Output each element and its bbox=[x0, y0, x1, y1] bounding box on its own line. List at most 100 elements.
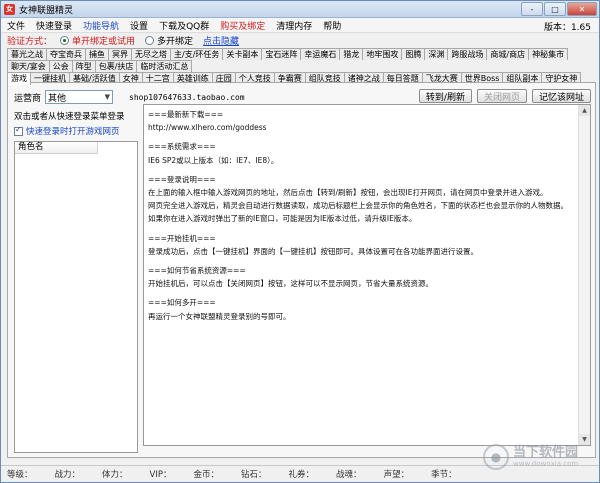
tab-row1-2[interactable]: 捕鱼 bbox=[85, 48, 109, 60]
watermark-logo-icon: ● bbox=[483, 444, 509, 470]
status-season: 季节： bbox=[431, 470, 457, 480]
menu-help[interactable]: 帮助 bbox=[323, 19, 341, 32]
latest-title: ===最新新下载=== bbox=[148, 110, 224, 119]
multi-title: ===如何多开=== bbox=[148, 298, 216, 308]
save-text: 开始挂机后，可以点击【关闭网页】按钮，这样可以不显示网页，节省大量系统资源。 bbox=[148, 279, 433, 289]
tab-row1-4[interactable]: 无尽之塔 bbox=[131, 48, 171, 60]
web-content: ===最新新下载=== http://www.xlhero.com/goddes… bbox=[144, 105, 590, 326]
tab-row1-15[interactable]: 神秘集市 bbox=[528, 48, 569, 60]
menu-bar: 文件 快速登录 功能导航 设置 下载及QQ群 购买及绑定 清理内存 帮助 版本：… bbox=[1, 18, 599, 33]
menu-purchase-bind[interactable]: 购买及绑定 bbox=[220, 19, 265, 32]
scroll-up-icon[interactable]: ▲ bbox=[579, 105, 590, 116]
tab-row1-12[interactable]: 深渊 bbox=[424, 48, 449, 60]
window-controls: - □ ✕ bbox=[520, 2, 597, 16]
hang-text: 登录成功后，点击【一键挂机】界面的【一键挂机】按钮即可。具体设置可在各功能界面进… bbox=[148, 246, 478, 256]
left-pane: 双击或者从快速登录菜单登录 快速登录时打开游戏网页 角色名 bbox=[14, 110, 138, 453]
verify-label: 验证方式： bbox=[7, 37, 53, 47]
status-power: 战力： bbox=[54, 470, 81, 480]
remember-url-button[interactable]: 记忆该网址 bbox=[531, 89, 591, 103]
web-view[interactable]: ===最新新下载=== http://www.xlhero.com/goddes… bbox=[143, 104, 591, 446]
watermark: ● 当下软件园 www.downxia.com bbox=[483, 437, 595, 477]
verify-row: 验证方式： 单开绑定或试用 多开绑定 点击隐藏 bbox=[1, 33, 599, 48]
tab-row1-8[interactable]: 幸运魔石 bbox=[300, 48, 341, 60]
multi-text: 再运行一个女神联盟精灵登录别的号即可。 bbox=[148, 311, 291, 321]
chevron-down-icon: ▼ bbox=[104, 93, 111, 101]
version-label: 版本：1.65 bbox=[543, 23, 591, 33]
status-reputation: 声望： bbox=[383, 470, 410, 480]
menu-quick-login[interactable]: 快速登录 bbox=[36, 19, 72, 32]
role-list-header[interactable]: 角色名 bbox=[15, 142, 98, 154]
hang-title: ===开始挂机=== bbox=[148, 233, 216, 243]
vertical-scrollbar[interactable]: ▲ ▼ bbox=[578, 105, 590, 445]
tab-row1-11[interactable]: 图腾 bbox=[401, 48, 426, 60]
status-diamond: 钻石： bbox=[241, 470, 267, 480]
tab-row1-0[interactable]: 暮光之战 bbox=[7, 48, 47, 60]
operator-select[interactable]: 其他 ▼ bbox=[45, 90, 114, 104]
menu-clear-memory[interactable]: 清理内存 bbox=[276, 19, 312, 32]
title-bar: 女 女神联盟精灵 - □ ✕ bbox=[1, 1, 599, 18]
tab-row3-0[interactable]: 游戏 bbox=[7, 72, 31, 85]
menu-settings[interactable]: 设置 bbox=[130, 19, 148, 32]
close-button[interactable]: ✕ bbox=[567, 2, 597, 16]
login-text-2: 网页完全进入游戏后，精灵会自动进行数据读取，成功后标题栏上会显示你的角色姓名，下… bbox=[148, 201, 568, 211]
login-text-1: 在上面的输入框中输入游戏网页的地址，然后点击【转到/刷新】按钮，会出现IE打开网… bbox=[148, 188, 548, 198]
status-gold: 金币： bbox=[193, 470, 220, 480]
tab-row2-2[interactable]: 阵型 bbox=[71, 60, 96, 72]
tab-row-2: 聊天/宴会 公会 阵型 包裹/扶店 临时活动汇总 bbox=[7, 60, 599, 72]
menu-function-nav[interactable]: 功能导航 bbox=[83, 19, 119, 32]
hide-link[interactable]: 点击隐藏 bbox=[203, 34, 239, 47]
status-war-soul: 战魂： bbox=[336, 470, 362, 480]
tab-panel: 运营商 其他 ▼ shop107647633.taobao.com 转到/刷新 … bbox=[7, 82, 596, 458]
status-level: 等级： bbox=[7, 470, 33, 480]
latest-url[interactable]: http://www.xlhero.com/goddess bbox=[148, 121, 586, 134]
menu-download-qq[interactable]: 下载及QQ群 bbox=[159, 19, 209, 32]
status-stamina: 体力： bbox=[102, 470, 128, 480]
tab-row2-3[interactable]: 包裹/扶店 bbox=[94, 60, 138, 72]
address-row: 运营商 其他 ▼ shop107647633.taobao.com 转到/刷新 … bbox=[14, 89, 591, 105]
radio-single-bind[interactable] bbox=[60, 36, 70, 45]
login-title: ===登录说明=== bbox=[148, 174, 216, 184]
req-text: IE6 SP2或以上版本（如：IE7、IE8）。 bbox=[148, 155, 279, 165]
tab-row1-14[interactable]: 商城/商店 bbox=[486, 48, 530, 60]
url-field[interactable]: shop107647633.taobao.com bbox=[129, 93, 245, 102]
watermark-text: 当下软件园 www.downxia.com bbox=[513, 445, 579, 469]
open-page-checkbox[interactable] bbox=[14, 125, 23, 136]
tab-row1-5[interactable]: 主/支/环任务 bbox=[170, 48, 224, 60]
login-text-3: 如果你在进入游戏时弹出了新的IE窗口，可能是因为IE版本过低，请升级IE版本。 bbox=[148, 214, 417, 224]
tab-row-1: 暮光之战 夺宝奇兵 捕鱼 冥界 无尽之塔 主/支/环任务 关卡副本 宝石迷阵 幸运魔石 猎龙 地牢围… bbox=[7, 48, 599, 60]
watermark-main: 当下软件园 bbox=[513, 445, 579, 460]
status-coupon: 礼券： bbox=[288, 470, 315, 480]
tab-row1-3[interactable]: 冥界 bbox=[108, 48, 132, 60]
open-page-checkbox-label[interactable]: 快速登录时打开游戏网页 bbox=[26, 125, 120, 137]
open-page-checkbox-row[interactable]: 快速登录时打开游戏网页 bbox=[14, 125, 138, 137]
status-vip: VIP： bbox=[149, 470, 172, 480]
close-page-button[interactable]: 关闭网页 bbox=[476, 89, 527, 103]
tab-row2-4[interactable]: 临时活动汇总 bbox=[136, 60, 193, 72]
tab-strip: 暮光之战 夺宝奇兵 捕鱼 冥界 无尽之塔 主/支/环任务 关卡副本 宝石迷阵 幸运魔石 猎龙 地牢围… bbox=[1, 48, 599, 85]
window-title: 女神联盟精灵 bbox=[19, 5, 74, 16]
minimize-button[interactable]: - bbox=[521, 2, 543, 16]
operator-label: 运营商 bbox=[14, 93, 42, 104]
tab-row2-1[interactable]: 公会 bbox=[48, 60, 73, 72]
app-icon: 女 bbox=[4, 3, 15, 15]
menu-file[interactable]: 文件 bbox=[7, 19, 25, 32]
tab-row1-6[interactable]: 关卡副本 bbox=[222, 48, 263, 60]
tab-row1-1[interactable]: 夺宝奇兵 bbox=[46, 48, 86, 60]
main-window: 女 女神联盟精灵 - □ ✕ 文件 快速登录 功能导航 设置 下载及QQ群 购买… bbox=[0, 0, 600, 483]
tab-row1-13[interactable]: 跨服战场 bbox=[447, 48, 488, 60]
tab-row2-0[interactable]: 聊天/宴会 bbox=[7, 60, 50, 72]
login-hint: 双击或者从快速登录菜单登录 bbox=[14, 112, 125, 122]
operator-value: 其他 bbox=[48, 93, 67, 104]
radio-single-bind-label[interactable]: 单开绑定或试用 bbox=[72, 34, 135, 47]
maximize-button[interactable]: □ bbox=[544, 2, 566, 16]
radio-multi-bind-label[interactable]: 多开绑定 bbox=[157, 34, 193, 47]
tab-row1-10[interactable]: 地牢围攻 bbox=[362, 48, 403, 60]
tab-row1-9[interactable]: 猎龙 bbox=[339, 48, 364, 60]
save-title: ===如何节省系统资源=== bbox=[148, 266, 246, 276]
role-list[interactable]: 角色名 bbox=[14, 141, 138, 453]
radio-multi-bind[interactable] bbox=[145, 36, 155, 45]
goto-refresh-button[interactable]: 转到/刷新 bbox=[418, 89, 472, 103]
watermark-sub: www.downxia.com bbox=[513, 460, 579, 468]
req-title: ===系统需求=== bbox=[148, 142, 216, 152]
tab-row1-7[interactable]: 宝石迷阵 bbox=[261, 48, 302, 60]
